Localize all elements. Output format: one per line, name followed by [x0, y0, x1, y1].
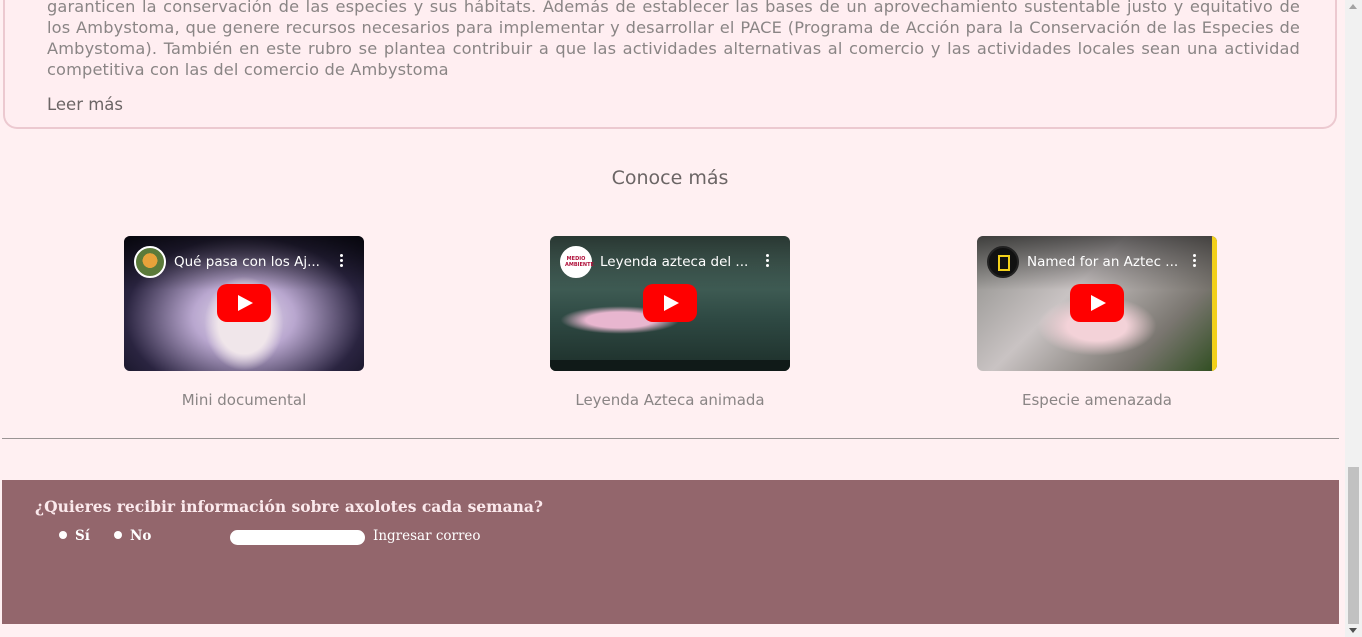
- more-options-icon[interactable]: [1193, 252, 1197, 269]
- section-title: Conoce más: [611, 167, 729, 189]
- video-title[interactable]: Leyenda azteca del ...: [600, 254, 760, 270]
- play-button[interactable]: [1070, 284, 1124, 322]
- more-options-icon[interactable]: [340, 252, 344, 269]
- scrollbar-thumb[interactable]: [1348, 467, 1359, 624]
- radio-no-label: No: [130, 528, 152, 544]
- play-button[interactable]: [643, 284, 697, 322]
- newsletter-question: ¿Quieres recibir información sobre axolo…: [35, 497, 544, 516]
- nat-geo-logo-icon[interactable]: [987, 246, 1019, 278]
- channel-avatar-icon[interactable]: [134, 246, 166, 278]
- video-player-1[interactable]: Qué pasa con los Aj...: [124, 236, 364, 371]
- read-more-link[interactable]: Leer más: [47, 95, 123, 114]
- video-caption-3: Especie amenazada: [1022, 391, 1172, 409]
- scroll-up-arrow-icon[interactable]: [1349, 4, 1357, 9]
- video-player-3[interactable]: Named for an Aztec ...: [977, 236, 1217, 371]
- video-player-2[interactable]: MEDIO AMBIENTE Leyenda azteca del ...: [550, 236, 790, 371]
- video-caption-2: Leyenda Azteca animada: [575, 391, 765, 409]
- video-caption-1: Mini documental: [181, 391, 307, 409]
- email-label: Ingresar correo: [373, 528, 481, 544]
- radio-no-icon[interactable]: [114, 531, 122, 539]
- email-input[interactable]: [230, 530, 365, 545]
- info-paragraph: garanticen la conservación de las especi…: [47, 0, 1300, 79]
- radio-yes-label: Sí: [75, 528, 90, 544]
- play-button[interactable]: [217, 284, 271, 322]
- vertical-scrollbar[interactable]: [1345, 0, 1362, 637]
- video-title[interactable]: Named for an Aztec ...: [1027, 254, 1187, 270]
- newsletter-footer: ¿Quieres recibir información sobre axolo…: [2, 480, 1339, 624]
- radio-option-yes[interactable]: Sí: [59, 528, 90, 544]
- radio-yes-icon[interactable]: [59, 531, 67, 539]
- radio-option-no[interactable]: No: [114, 528, 151, 544]
- more-options-icon[interactable]: [766, 252, 770, 269]
- info-card: garanticen la conservación de las especi…: [3, 0, 1337, 129]
- scroll-down-arrow-icon[interactable]: [1349, 628, 1357, 633]
- section-divider: [2, 438, 1339, 439]
- medio-ambiente-logo-icon[interactable]: MEDIO AMBIENTE: [560, 246, 594, 278]
- video-title[interactable]: Qué pasa con los Aj...: [174, 254, 334, 270]
- video-subtitle-strip: [550, 360, 790, 371]
